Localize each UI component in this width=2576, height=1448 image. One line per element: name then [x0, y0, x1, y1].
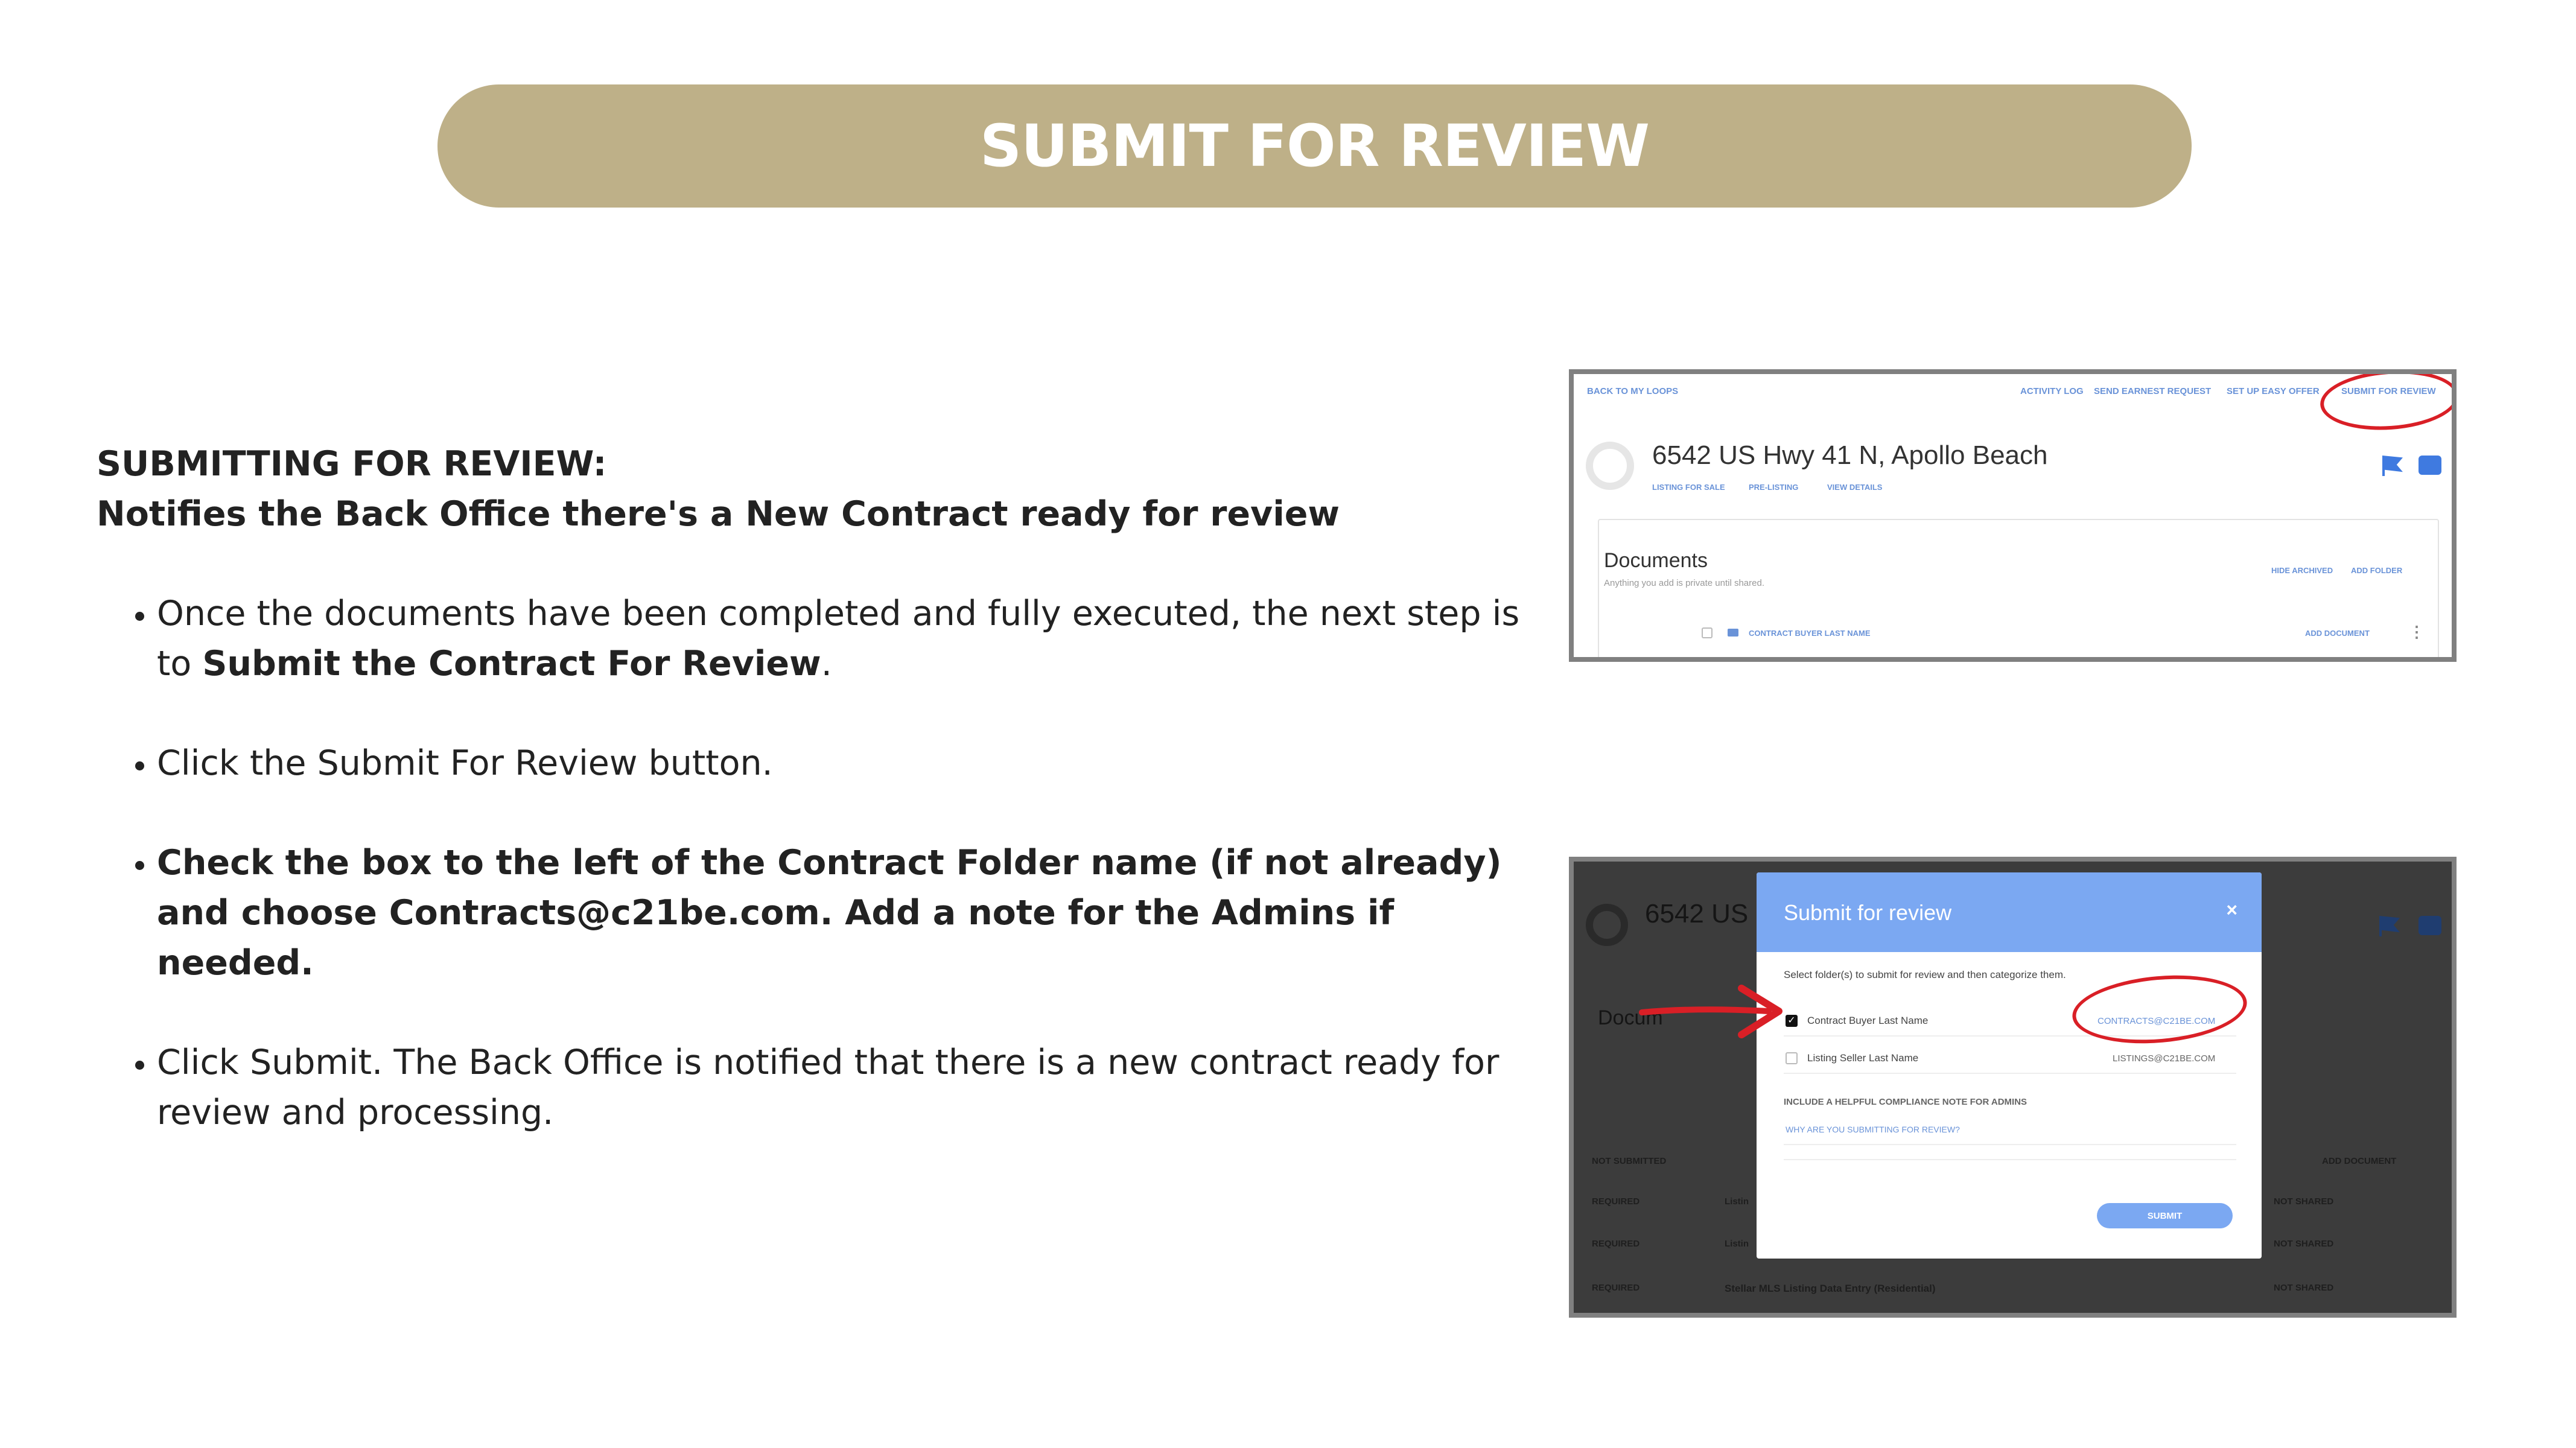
row-share: NOT SHARED: [2274, 1239, 2334, 1249]
row-name: Stellar MLS Listing Data Entry (Resident…: [1725, 1283, 1936, 1294]
note-underline: [1784, 1144, 2236, 1145]
pre-listing-link[interactable]: PRE-LISTING: [1749, 483, 1798, 492]
status-circle-icon: [1586, 442, 1634, 490]
row-share: NOT SHARED: [2274, 1196, 2334, 1207]
documents-subtitle: Anything you add is private until shared…: [1604, 578, 1764, 588]
hide-archived-link[interactable]: HIDE ARCHIVED: [2271, 566, 2333, 575]
flag-icon: [2379, 916, 2400, 936]
row-name: Listin: [1725, 1239, 1749, 1249]
loop-address: 6542 US Hwy 41 N, Apollo Beach: [1652, 440, 2048, 470]
submit-button[interactable]: SUBMIT: [2097, 1203, 2233, 1228]
submit-modal-screenshot: 6542 US H Docum NOT SUBMITTED ADD DOCUME…: [1569, 857, 2457, 1318]
step-4: Click Submit. The Back Office is notifie…: [157, 1038, 1533, 1138]
row-name: Listin: [1725, 1196, 1749, 1207]
activity-log-link[interactable]: ACTIVITY LOG: [2020, 386, 2084, 396]
red-arrow-icon: [1639, 985, 1783, 1038]
step-1: Once the documents have been completed a…: [157, 589, 1533, 689]
instructions: SUBMITTING FOR REVIEW: Notifies the Back…: [97, 439, 1533, 1187]
listings-email[interactable]: LISTINGS@C21BE.COM: [2113, 1053, 2215, 1064]
step-4-text: Click Submit. The Back Office is notifie…: [157, 1043, 1499, 1132]
row-status: NOT SUBMITTED: [1592, 1156, 1667, 1166]
loop-screenshot: BACK TO MY LOOPS ACTIVITY LOG SEND EARNE…: [1569, 369, 2457, 662]
folder-name[interactable]: CONTRACT BUYER LAST NAME: [1749, 629, 1871, 638]
chat-icon: [2419, 916, 2441, 935]
set-up-easy-offer-link[interactable]: SET UP EASY OFFER: [2227, 386, 2320, 396]
row-status: REQUIRED: [1592, 1283, 1640, 1293]
heading-line-1: SUBMITTING FOR REVIEW:: [97, 444, 607, 484]
step-1-tail: .: [821, 644, 832, 684]
contract-folder-name: Contract Buyer Last Name: [1807, 1015, 1929, 1026]
note-input[interactable]: WHY ARE YOU SUBMITTING FOR REVIEW?: [1786, 1125, 1960, 1134]
add-folder-link[interactable]: ADD FOLDER: [2351, 566, 2402, 575]
step-3: Check the box to the left of the Contrac…: [157, 838, 1533, 988]
documents-title: Documents: [1604, 549, 1708, 572]
view-details-link[interactable]: VIEW DETAILS: [1827, 483, 1882, 492]
folder-icon: [1728, 629, 1738, 637]
modal-title: Submit for review: [1784, 900, 1952, 925]
bg-address: 6542 US H: [1645, 899, 1775, 929]
note-label: INCLUDE A HELPFUL COMPLIANCE NOTE FOR AD…: [1784, 1097, 2027, 1107]
listing-folder-name: Listing Seller Last Name: [1807, 1052, 1919, 1064]
steps-list: Once the documents have been completed a…: [97, 589, 1533, 1138]
submit-for-review-modal: Submit for review × Select folder(s) to …: [1757, 872, 2262, 1259]
row-share: NOT SHARED: [2274, 1283, 2334, 1293]
highlight-circle: [2318, 374, 2452, 434]
add-document-link[interactable]: ADD DOCUMENT: [2305, 629, 2370, 638]
listing-for-sale-link[interactable]: LISTING FOR SALE: [1652, 483, 1725, 492]
note-underline: [1784, 1159, 2236, 1160]
section-heading: SUBMITTING FOR REVIEW: Notifies the Back…: [97, 439, 1533, 539]
row-status: REQUIRED: [1592, 1196, 1640, 1207]
listing-folder-checkbox[interactable]: [1786, 1052, 1798, 1064]
heading-line-2: Notifies the Back Office there's a New C…: [97, 494, 1340, 534]
step-3-bold: Check the box to the left of the Contrac…: [157, 843, 1502, 983]
close-icon[interactable]: ×: [2226, 899, 2237, 921]
step-2: Click the Submit For Review button.: [157, 738, 1533, 789]
page-title: SUBMIT FOR REVIEW: [980, 112, 1650, 180]
step-2-text: Click the Submit For Review button.: [157, 743, 773, 783]
chat-icon[interactable]: [2419, 456, 2441, 475]
row-share: ADD DOCUMENT: [2322, 1156, 2397, 1166]
send-earnest-request-link[interactable]: SEND EARNEST REQUEST: [2094, 386, 2211, 396]
row-status: REQUIRED: [1592, 1239, 1640, 1249]
folder-checkbox[interactable]: [1702, 627, 1713, 638]
status-circle-icon: [1586, 904, 1628, 946]
title-banner: SUBMIT FOR REVIEW: [437, 84, 2192, 208]
back-to-loops-link[interactable]: BACK TO MY LOOPS: [1587, 386, 1678, 396]
flag-icon[interactable]: [2382, 456, 2403, 476]
modal-instruction: Select folder(s) to submit for review an…: [1784, 969, 2066, 980]
step-1-bold: Submit the Contract For Review: [202, 644, 821, 684]
more-icon[interactable]: ⋮: [2409, 623, 2425, 641]
documents-card: [1598, 519, 2439, 657]
divider: [1784, 1073, 2236, 1074]
